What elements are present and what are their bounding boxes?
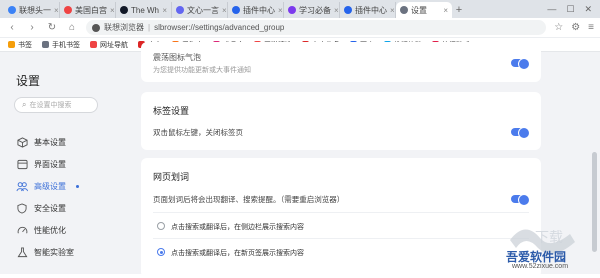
- bookmark-item[interactable]: 网址导航: [90, 40, 128, 50]
- star-icon[interactable]: ☆: [554, 22, 563, 33]
- forward-icon[interactable]: ›: [26, 22, 38, 33]
- search-icon: ⌕: [22, 100, 27, 109]
- home-icon[interactable]: ⌂: [66, 22, 78, 33]
- watermark-url: www.52zixue.com: [512, 263, 569, 270]
- tab-1[interactable]: 联想头一 ×: [4, 2, 60, 18]
- close-tab-icon[interactable]: ×: [334, 6, 339, 15]
- close-tab-icon[interactable]: ×: [390, 6, 395, 15]
- close-tab-icon[interactable]: ×: [443, 6, 448, 15]
- notification-bubble-card: 震荡图标气泡 为您提供功能更新或大事件通知: [141, 42, 541, 82]
- tab-2[interactable]: 美国白宫 ×: [60, 2, 116, 18]
- extensions-icon[interactable]: ⚙: [571, 22, 580, 33]
- shield-icon: [16, 202, 28, 214]
- double-click-close-label: 双击鼠标左键，关闭标签页: [153, 128, 243, 137]
- url-text[interactable]: slbrowser://settings/advanced_group: [154, 23, 284, 32]
- close-tab-icon[interactable]: ×: [110, 6, 115, 15]
- tab-settings-title: 标签设置: [153, 106, 190, 116]
- tab-3[interactable]: The Wh ×: [116, 2, 172, 18]
- tab-7[interactable]: 插件中心 ×: [340, 2, 396, 18]
- web-word-title: 网页划词: [153, 172, 190, 182]
- browser-toolbar: ‹ › ↻ ⌂ 联想浏览器 | slbrowser://settings/adv…: [0, 18, 600, 38]
- tab-bar: 联想头一 × 美国白宫 × The Wh × 文心一言 × 插件中心 × 学习必备 × 插件…: [0, 0, 600, 18]
- option-newtab-radio[interactable]: [157, 248, 165, 256]
- notification-bubble-desc: 为您提供功能更新或大事件通知: [153, 67, 251, 74]
- notification-bubble-title: 震荡图标气泡: [153, 53, 201, 62]
- tab-4[interactable]: 文心一言 ×: [172, 2, 228, 18]
- minimize-icon[interactable]: —: [547, 4, 556, 14]
- favicon-icon: [232, 6, 240, 14]
- favicon-icon: [288, 6, 296, 14]
- option-newtab-label[interactable]: 点击搜索或翻译后，在新页签展示搜索内容: [171, 248, 304, 258]
- menu-icon[interactable]: ≡: [588, 22, 594, 33]
- back-icon[interactable]: ‹: [6, 22, 18, 33]
- sidebar-item-performance[interactable]: 性能优化: [16, 224, 102, 236]
- site-label: 联想浏览器: [104, 23, 144, 32]
- web-word-toggle[interactable]: [511, 194, 530, 206]
- cube-icon: [16, 136, 28, 148]
- favicon-icon: [120, 6, 128, 14]
- close-window-icon[interactable]: ✕: [584, 4, 592, 15]
- notification-bubble-toggle[interactable]: [511, 58, 530, 70]
- bookmark-icon: [42, 41, 49, 48]
- bookmark-icon: [8, 41, 15, 48]
- sidebar-item-security[interactable]: 安全设置: [16, 202, 102, 214]
- active-dot: [76, 184, 79, 188]
- web-word-label: 页面划词后将会出现翻译、搜索提醒。（需要重启浏览器）: [153, 195, 345, 204]
- tab-settings-card: 标签设置 双击鼠标左键，关闭标签页: [141, 92, 541, 150]
- address-bar[interactable]: 联想浏览器 | slbrowser://settings/advanced_gr…: [86, 20, 547, 35]
- divider: [153, 212, 529, 213]
- tab-settings-active[interactable]: 设置 ×: [396, 2, 452, 18]
- page-title: 设置: [16, 74, 41, 88]
- favicon-icon: [344, 6, 352, 14]
- sidebar-item-lab[interactable]: 智能实验室: [16, 246, 102, 258]
- new-tab-button[interactable]: +: [452, 2, 466, 18]
- divider: [153, 238, 529, 239]
- users-icon: [16, 180, 28, 192]
- layout-icon: [16, 158, 28, 170]
- bookmark-item[interactable]: 手机书签: [42, 40, 80, 50]
- option-sidebar-label[interactable]: 点击搜索或翻译后，在侧边栏展示搜索内容: [171, 222, 304, 232]
- sidebar-item-advanced[interactable]: 高级设置: [16, 180, 102, 192]
- flask-icon: [16, 246, 28, 258]
- bookmark-item[interactable]: 书签: [8, 40, 32, 50]
- favicon-icon: [176, 6, 184, 14]
- search-placeholder: 在设置中搜索: [29, 102, 72, 109]
- settings-sidebar: 设置 ⌕ 在设置中搜索 基本设置 界面设置 高级设置 安全设置 性能优化 智能实…: [0, 52, 112, 274]
- gear-icon: [400, 6, 408, 14]
- option-sidebar-radio[interactable]: [157, 222, 165, 230]
- close-tab-icon[interactable]: ×: [222, 6, 227, 15]
- address-separator: |: [148, 23, 151, 32]
- favicon-icon: [64, 6, 72, 14]
- maximize-icon[interactable]: ☐: [566, 4, 574, 15]
- bookmark-icon: [90, 41, 97, 48]
- search-input[interactable]: ⌕ 在设置中搜索: [14, 97, 98, 113]
- gauge-icon: [16, 224, 28, 236]
- sidebar-item-interface[interactable]: 界面设置: [16, 158, 102, 170]
- close-tab-icon[interactable]: ×: [162, 6, 167, 15]
- tab-5[interactable]: 插件中心 ×: [228, 2, 284, 18]
- favicon-icon: [8, 6, 16, 14]
- sidebar-item-basic[interactable]: 基本设置: [16, 136, 102, 148]
- browser-logo-icon: [92, 23, 100, 32]
- svg-text:下载: 下载: [535, 230, 563, 246]
- close-tab-icon[interactable]: ×: [278, 6, 283, 15]
- reload-icon[interactable]: ↻: [46, 22, 58, 33]
- close-tab-icon[interactable]: ×: [54, 6, 59, 15]
- tab-6[interactable]: 学习必备 ×: [284, 2, 340, 18]
- double-click-close-toggle[interactable]: [511, 127, 530, 139]
